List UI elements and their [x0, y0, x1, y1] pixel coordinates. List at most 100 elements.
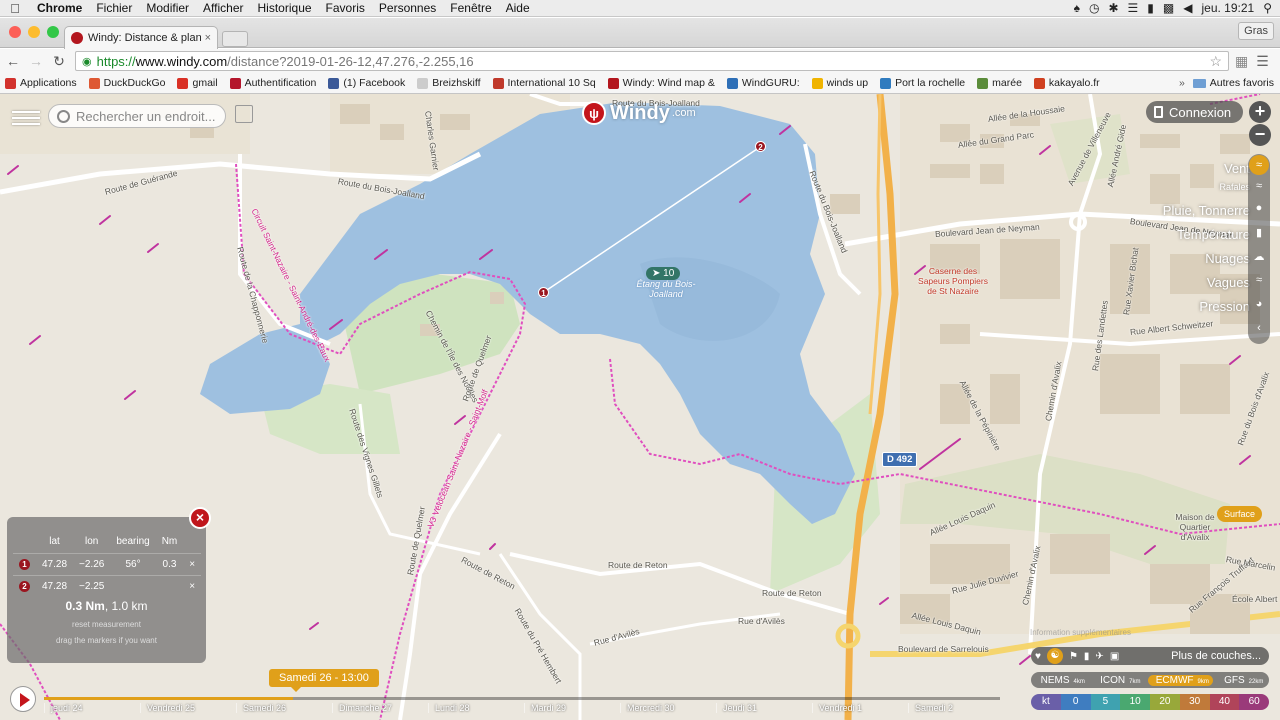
other-bookmarks-folder[interactable]: Autres favoris [1192, 77, 1274, 89]
menu-hamburger-icon[interactable] [12, 107, 40, 129]
bookmark-item[interactable]: DuckDuckGo [88, 77, 165, 89]
surface-level-button[interactable]: Surface [1217, 506, 1263, 522]
temp-icon[interactable]: ▮ [1084, 651, 1090, 662]
menubar-clock[interactable]: jeu. 19:21 [1201, 1, 1254, 15]
menu-aide[interactable]: Aide [499, 1, 537, 15]
bookmark-item[interactable]: International 10 Sq [492, 77, 596, 89]
timeline[interactable]: jeudi 24 Vendredi 25 Samedi 26 Dimanche 27 L… [44, 695, 1004, 720]
apple-icon[interactable]:  [0, 1, 30, 16]
zoom-in-button[interactable]: + [1249, 101, 1271, 123]
measure-marker-2[interactable]: 2 [755, 141, 766, 152]
search-icon[interactable]: ⚲ [1263, 1, 1272, 15]
minimize-window-icon[interactable] [28, 26, 40, 38]
extension-icon[interactable]: ▦ [1235, 53, 1248, 70]
close-distance-button[interactable]: × [189, 507, 211, 529]
timeline-day[interactable]: jeudi 24 [44, 703, 140, 713]
menu-favoris[interactable]: Favoris [319, 1, 372, 15]
battery-icon[interactable]: ▮ [1147, 1, 1154, 15]
active-tab[interactable]: Windy: Distance & planific × [64, 26, 218, 49]
search-input[interactable]: Rechercher un endroit... [48, 104, 226, 128]
zoom-window-icon[interactable] [47, 26, 59, 38]
bookmark-item[interactable]: gmail [177, 77, 218, 89]
menu-afficher[interactable]: Afficher [196, 1, 250, 15]
bookmark-item[interactable]: kakayalo.fr [1033, 77, 1100, 89]
clouds-layer-icon[interactable]: ☁ [1248, 250, 1270, 263]
reload-icon[interactable]: ↻ [49, 53, 69, 70]
timeline-day[interactable]: Mercredi 30 [620, 703, 716, 713]
timeline-day[interactable]: Vendredi 25 [140, 703, 236, 713]
model-option[interactable]: ICON 7km [1092, 675, 1144, 686]
reset-measurement-link[interactable]: reset measurement [7, 620, 206, 629]
model-option[interactable]: ECMWF 9km [1147, 674, 1213, 686]
bookmark-item[interactable]: winds up [811, 77, 868, 89]
favorite-heart-icon[interactable]: ♥ [1035, 651, 1041, 662]
back-arrow-icon[interactable]: ← [3, 53, 23, 69]
bookmark-item[interactable]: Authentification [229, 77, 316, 89]
overlay-active-icon[interactable]: ☯ [1046, 648, 1063, 664]
bookmark-item[interactable]: Applications [5, 77, 77, 89]
bookmarks-overflow-button[interactable]: » [1179, 77, 1185, 89]
bookmark-item[interactable]: Windy: Wind map & [607, 77, 715, 89]
menu-personnes[interactable]: Personnes [372, 1, 443, 15]
temperature-layer-icon[interactable]: ▮ [1248, 226, 1270, 239]
bluetooth-icon[interactable]: ✱ [1108, 1, 1118, 15]
gust-layer-icon[interactable]: ≈ [1248, 180, 1270, 192]
wifi-icon[interactable]: ☰ [1128, 1, 1139, 15]
flag-icon[interactable]: ⚑ [1069, 651, 1078, 662]
waves-layer-icon[interactable]: ≈ [1248, 274, 1270, 286]
attribution[interactable]: Information supplémentaires [1030, 628, 1131, 637]
layer-pluie[interactable]: Pluie, Tonnerre [1138, 199, 1258, 223]
forward-arrow-icon[interactable]: → [26, 53, 46, 69]
remove-point-button[interactable]: × [183, 575, 202, 597]
menu-fichier[interactable]: Fichier [89, 1, 139, 15]
layer-rafales[interactable]: Rafales [1138, 181, 1258, 193]
menu-modifier[interactable]: Modifier [139, 1, 196, 15]
timeline-day[interactable]: Jeudi 31 [716, 703, 812, 713]
wind-layer-icon[interactable]: ≈ [1249, 155, 1269, 175]
layer-pression[interactable]: Pression [1138, 295, 1258, 319]
bookmark-star-icon[interactable]: ☆ [1209, 53, 1222, 70]
layer-temperature[interactable]: Température [1138, 223, 1258, 247]
timeline-day[interactable]: Dimanche 27 [332, 703, 428, 713]
model-option[interactable]: GFS 22km [1216, 675, 1267, 686]
bookmark-item[interactable]: WindGURU: [726, 77, 800, 89]
address-bar[interactable]: ◉ https:// www.windy.com /distance?2019-… [75, 51, 1229, 71]
play-button[interactable] [10, 686, 36, 712]
layer-vagues[interactable]: Vagues [1138, 271, 1258, 295]
current-time-label[interactable]: Samedi 26 - 13:00 [269, 669, 379, 692]
close-window-icon[interactable] [9, 26, 21, 38]
chrome-menu-icon[interactable]: ☰ [1256, 53, 1269, 70]
menu-chrome[interactable]: Chrome [30, 1, 89, 15]
more-layers-button[interactable]: Plus de couches... [1171, 650, 1269, 662]
zoom-out-button[interactable]: − [1249, 124, 1271, 146]
share-icon[interactable] [235, 105, 253, 123]
camera-icon[interactable]: ▣ [1110, 651, 1119, 662]
rain-layer-icon[interactable]: ● [1248, 202, 1270, 214]
timeline-day[interactable]: Vendredi 1 [812, 703, 908, 713]
pressure-layer-icon[interactable]: ◕ [1248, 298, 1270, 310]
tab-close-icon[interactable]: × [205, 32, 211, 44]
history-icon[interactable]: ◷ [1089, 1, 1099, 15]
display-icon[interactable]: ▩ [1163, 1, 1174, 15]
volume-icon[interactable]: ◀ [1183, 1, 1192, 15]
bookmark-item[interactable]: (1) Facebook [328, 77, 405, 89]
new-tab-button[interactable] [222, 31, 248, 47]
model-option[interactable]: NEMS 4km [1033, 675, 1089, 686]
map-view[interactable]: Route du Bois-Joalland Route du Bois-Joa… [0, 94, 1280, 720]
menu-historique[interactable]: Historique [251, 1, 319, 15]
hat-icon[interactable]: ♠ [1074, 1, 1080, 15]
login-button[interactable]: Connexion [1146, 101, 1244, 123]
layer-nuages[interactable]: Nuages [1138, 247, 1258, 271]
menu-fenetre[interactable]: Fenêtre [443, 1, 498, 15]
timeline-day[interactable]: Samedi 26 [236, 703, 332, 713]
timeline-day[interactable]: Samedi 2 [908, 703, 1004, 713]
bookmark-item[interactable]: Breizhskiff [417, 77, 481, 89]
remove-point-button[interactable]: × [183, 553, 202, 576]
layer-vent[interactable]: Vent [1138, 157, 1258, 181]
timeline-day[interactable]: Lundi 28 [428, 703, 524, 713]
flight-icon[interactable]: ✈ [1095, 651, 1103, 662]
measure-marker-1[interactable]: 1 [538, 287, 549, 298]
bookmark-item[interactable]: Port la rochelle [880, 77, 965, 89]
bookmark-item[interactable]: marée [977, 77, 1022, 89]
timeline-day[interactable]: Mardi 29 [524, 703, 620, 713]
